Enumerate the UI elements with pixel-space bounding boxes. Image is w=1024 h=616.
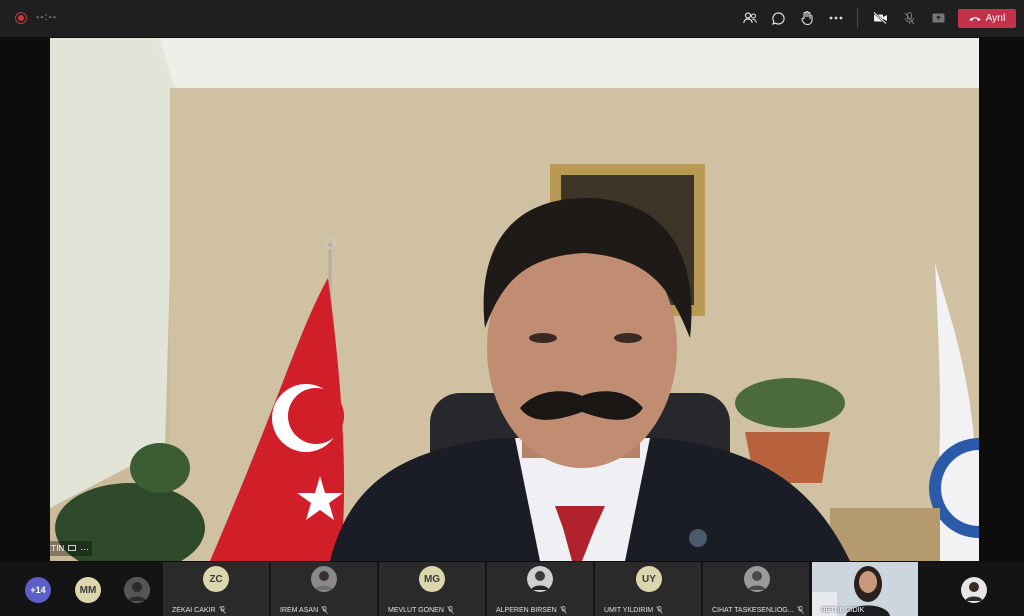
participant-tile[interactable]: MG MEVLUT GONEN xyxy=(379,562,485,616)
camera-toggle-button[interactable] xyxy=(869,8,891,28)
participant-name: CIHAT TASKESENLIOG... xyxy=(712,606,794,614)
avatar-photo-icon xyxy=(311,566,337,592)
avatar-photo-icon xyxy=(744,566,770,592)
screen-share-indicator-icon xyxy=(68,545,77,551)
mic-muted-icon xyxy=(218,606,226,614)
leave-button[interactable]: Ayrıl xyxy=(958,9,1016,28)
participant-tile[interactable]: CIHAT TASKESENLIOG... xyxy=(703,562,809,616)
participant-name: ALPEREN BIRSEN xyxy=(496,606,557,614)
participants-button[interactable] xyxy=(739,8,761,28)
participant-tile[interactable]: UY UMIT YILDIRIM xyxy=(595,562,701,616)
speaker-name-tag: RAFET METIN ··· xyxy=(50,541,93,556)
mic-muted-icon xyxy=(656,606,663,614)
raise-hand-icon xyxy=(801,11,813,25)
speaker-video-frame xyxy=(50,38,979,561)
mic-off-icon xyxy=(904,11,914,24)
mic-toggle-button[interactable] xyxy=(898,8,920,28)
participant-avatar-initials: ZC xyxy=(203,566,229,592)
participants-overflow-button[interactable]: +14 xyxy=(25,577,51,603)
mic-muted-icon xyxy=(447,606,454,614)
participants-icon xyxy=(743,12,757,24)
share-screen-button[interactable] xyxy=(927,8,949,28)
raise-hand-button[interactable] xyxy=(796,8,818,28)
participant-tile[interactable]: ZC ZEKAI CAKIR xyxy=(163,562,269,616)
participant-strip: +14 MM ZC ZEKAI CAKIR IREM ASAN MG MEVLU… xyxy=(0,562,1024,616)
share-screen-icon xyxy=(932,13,944,22)
participant-avatar-photo xyxy=(744,566,770,592)
speaker-name: RAFET METIN xyxy=(50,544,65,553)
hang-up-icon xyxy=(969,16,981,21)
participant-avatar-initials: UY xyxy=(636,566,662,592)
participant-tile[interactable] xyxy=(920,562,1024,616)
participant-avatar-photo[interactable] xyxy=(124,577,150,603)
mic-muted-icon xyxy=(321,606,328,614)
participant-avatar-initials: MG xyxy=(419,566,445,592)
mic-muted-icon xyxy=(559,606,567,614)
chat-icon xyxy=(771,11,785,25)
leave-label: Ayrıl xyxy=(985,13,1006,24)
participant-avatar-photo xyxy=(527,566,553,592)
recording-icon xyxy=(15,12,27,24)
participant-video-tile[interactable]: BETUL GIDIK xyxy=(812,562,918,616)
participant-tile[interactable]: ALPEREN BIRSEN xyxy=(487,562,593,616)
participant-name: BETUL GIDIK xyxy=(821,606,865,614)
participant-avatar-photo xyxy=(311,566,337,592)
participant-name: UMIT YILDIRIM xyxy=(604,606,654,614)
more-icon xyxy=(829,16,843,20)
avatar-photo-icon xyxy=(124,577,150,603)
participant-name: MEVLUT GONEN xyxy=(388,606,444,614)
participant-name: ZEKAI CAKIR xyxy=(172,606,216,614)
more-actions-button[interactable] xyxy=(825,8,847,28)
avatar-photo-icon xyxy=(961,577,987,603)
meeting-toolbar: --:-- Ayrıl xyxy=(0,0,1024,37)
participant-tile[interactable]: IREM ASAN xyxy=(271,562,377,616)
main-video-feed: RAFET METIN ··· xyxy=(50,38,979,561)
participant-avatar-photo xyxy=(961,577,987,603)
participant-avatar-initials[interactable]: MM xyxy=(75,577,101,603)
meeting-timer: --:-- xyxy=(36,12,58,23)
speaker-more-icon[interactable]: ··· xyxy=(80,544,89,554)
participant-name: IREM ASAN xyxy=(280,606,319,614)
toolbar-divider xyxy=(857,8,858,28)
camera-off-icon xyxy=(872,12,887,24)
chat-button[interactable] xyxy=(767,8,789,28)
avatar-photo-icon xyxy=(527,566,553,592)
mic-muted-icon xyxy=(796,606,804,614)
